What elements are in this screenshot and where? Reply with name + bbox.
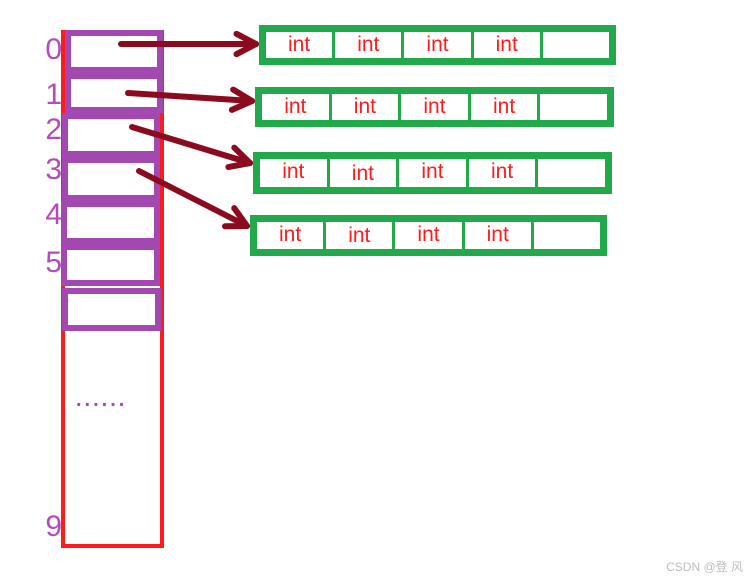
int-cell-2-2: int — [399, 159, 466, 187]
int-cell-3-0: int — [257, 222, 324, 249]
int-cell-0-3: int — [473, 32, 540, 58]
int-cell-1-3: int — [470, 94, 538, 120]
array-slot-0 — [65, 30, 163, 73]
int-cell-2-1: int — [329, 159, 397, 187]
array-slot-1 — [65, 73, 163, 113]
int-row-2: int int int int — [253, 152, 612, 194]
int-cell-3-1: int — [326, 222, 393, 249]
int-cell-3-2: int — [395, 222, 462, 249]
int-row-0: int int int int — [259, 25, 616, 65]
index-label-2: 2 — [45, 113, 62, 146]
empty-cell-3-4 — [533, 222, 601, 249]
empty-cell-0-4 — [542, 32, 610, 58]
empty-cell-1-4 — [540, 94, 607, 120]
index-label-3: 3 — [45, 153, 62, 186]
index-label-1: 1 — [45, 78, 62, 111]
int-cell-2-3: int — [468, 159, 536, 187]
array-slot-unlabeled-6 — [62, 288, 161, 331]
array-slot-2 — [62, 113, 160, 157]
int-cell-1-0: int — [262, 94, 329, 120]
index-label-5: 5 — [45, 246, 62, 279]
int-cell-3-3: int — [464, 222, 531, 249]
index-label-0: 0 — [45, 33, 62, 66]
int-cell-0-1: int — [335, 32, 402, 58]
ellipsis-dots: ...... — [76, 389, 128, 411]
empty-cell-2-4 — [538, 159, 605, 187]
array-slot-3 — [62, 157, 160, 201]
csdn-watermark: CSDN @登 风 — [666, 560, 743, 574]
int-cell-0-2: int — [404, 32, 471, 58]
int-row-1: int int int int — [255, 87, 614, 127]
array-slot-5 — [61, 244, 160, 286]
array-slot-4 — [61, 201, 160, 244]
index-label-4: 4 — [45, 198, 62, 231]
int-cell-1-2: int — [401, 94, 468, 120]
int-row-3: int int int int — [250, 215, 607, 256]
diagram-canvas: 0123459 ...... int int int int int int int int i… — [0, 0, 751, 581]
int-cell-0-0: int — [266, 32, 333, 58]
int-cell-1-1: int — [331, 94, 399, 120]
int-cell-2-0: int — [260, 159, 327, 187]
index-label-9: 9 — [45, 510, 62, 543]
